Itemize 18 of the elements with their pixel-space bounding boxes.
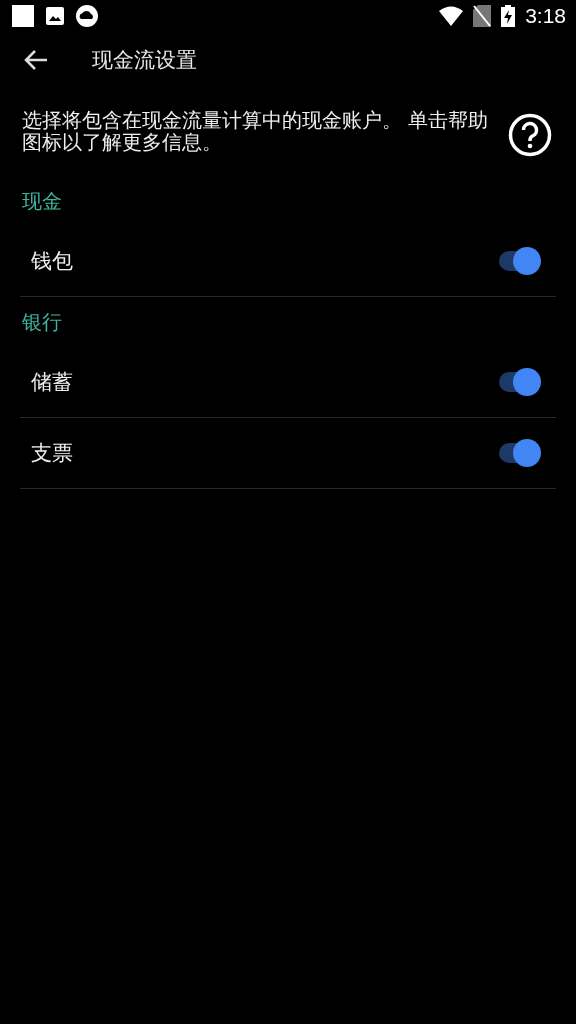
account-label: 钱包 xyxy=(31,248,73,275)
square-icon xyxy=(12,5,34,27)
section-header: 现金 xyxy=(21,188,63,215)
section-header: 银行 xyxy=(21,309,63,336)
image-icon xyxy=(46,7,64,25)
account-label: 支票 xyxy=(31,440,73,467)
help-button[interactable] xyxy=(508,113,552,157)
description-text: 选择将包含在现金流量计算中的现金账户。 单击帮助图标以了解更多信息。 xyxy=(22,110,490,154)
cloud-icon xyxy=(76,5,98,27)
status-time: 3:18 xyxy=(525,4,566,28)
toggle-switch[interactable] xyxy=(497,247,541,275)
screen-title: 现金流设置 xyxy=(92,47,197,74)
wifi-icon xyxy=(439,6,464,26)
toggle-switch[interactable] xyxy=(497,368,541,396)
toggle-switch[interactable] xyxy=(497,439,541,467)
battery-charging-icon xyxy=(501,5,516,27)
account-label: 储蓄 xyxy=(31,369,73,396)
no-sim-icon xyxy=(473,5,492,27)
